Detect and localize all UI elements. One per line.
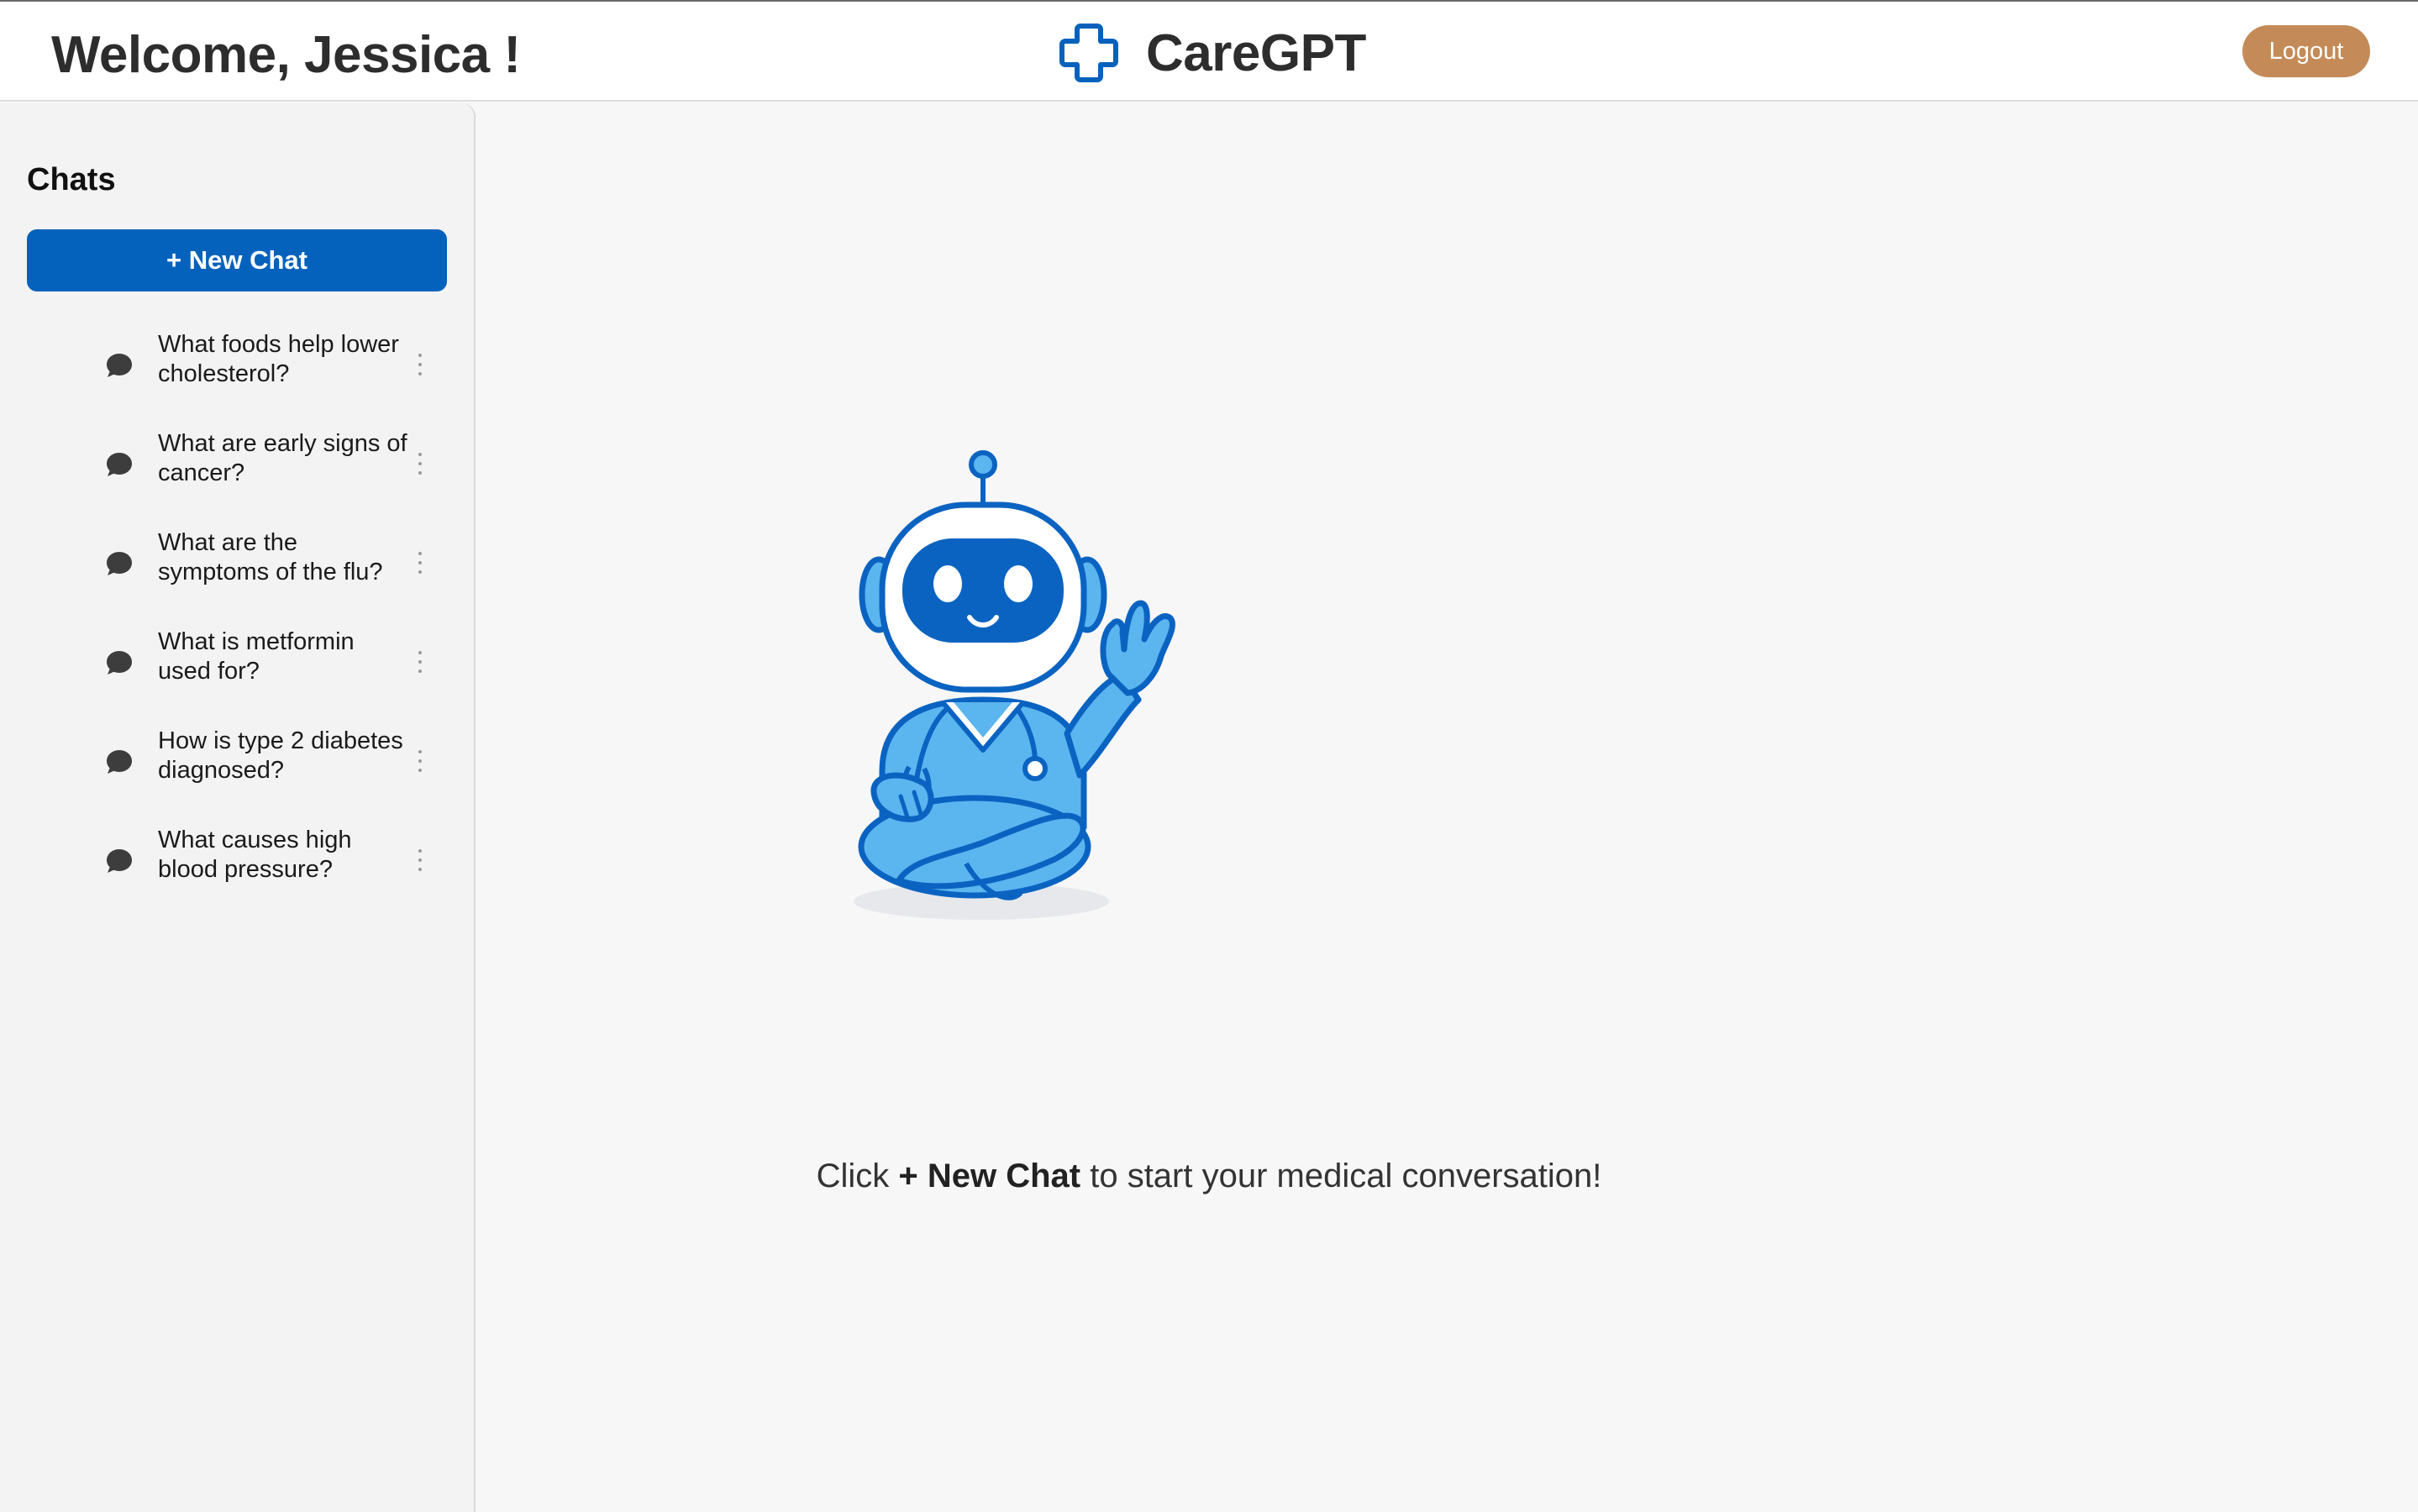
chat-options-icon[interactable] <box>412 438 428 490</box>
chat-list: What foods help lower cholesterol? What … <box>0 330 476 925</box>
top-header: Welcome, Jessica ! CareGPT Logout <box>0 0 2418 102</box>
chat-options-icon[interactable] <box>412 636 428 688</box>
chat-title: How is type 2 diabetes diagnosed? <box>158 727 403 784</box>
chat-title: What causes high blood pressure? <box>158 827 352 883</box>
chat-bubble-icon <box>107 651 132 675</box>
chat-options-icon[interactable] <box>412 735 428 787</box>
chat-options-icon[interactable] <box>412 339 428 391</box>
brand: CareGPT <box>1057 20 1366 86</box>
chat-title: What is metformin used for? <box>158 628 355 685</box>
new-chat-button[interactable]: + New Chat <box>27 229 447 291</box>
chat-bubble-icon <box>107 552 132 575</box>
chat-title: What foods help lower cholesterol? <box>158 331 399 387</box>
chat-sidebar: Chats + New Chat What foods help lower c… <box>0 103 476 1512</box>
chat-list-item[interactable]: What are the symptoms of the flu? <box>0 528 476 627</box>
hint-suffix: to start your medical conversation! <box>1080 1158 1602 1194</box>
chat-list-item[interactable]: What are early signs of cancer? <box>0 429 476 528</box>
chat-list-item[interactable]: What is metformin used for? <box>0 627 476 727</box>
chat-list-item[interactable]: How is type 2 diabetes diagnosed? <box>0 727 476 826</box>
chat-title: What are the symptoms of the flu? <box>158 529 383 585</box>
welcome-heading: Welcome, Jessica ! <box>51 26 521 84</box>
chat-list-item[interactable]: What foods help lower cholesterol? <box>0 330 476 429</box>
chat-options-icon[interactable] <box>412 537 428 589</box>
hint-new-chat: + New Chat <box>898 1158 1081 1194</box>
medical-cross-icon <box>1059 24 1118 82</box>
app-name: CareGPT <box>1146 24 1366 82</box>
chat-options-icon[interactable] <box>412 834 428 886</box>
chat-title: What are early signs of cancer? <box>158 430 407 486</box>
logout-button[interactable]: Logout <box>2242 25 2370 77</box>
chat-bubble-icon <box>107 750 132 774</box>
main-panel <box>477 103 2418 1512</box>
hint-prefix: Click <box>816 1158 899 1194</box>
chat-bubble-icon <box>107 849 132 873</box>
chat-list-item[interactable]: What causes high blood pressure? <box>0 826 476 925</box>
sidebar-title: Chats <box>27 162 116 197</box>
doctor-robot-mascot <box>854 450 1175 920</box>
chat-bubble-icon <box>107 453 132 476</box>
empty-state-hint: Click + New Chat to start your medical c… <box>0 1158 2418 1195</box>
chat-bubble-icon <box>107 354 132 377</box>
